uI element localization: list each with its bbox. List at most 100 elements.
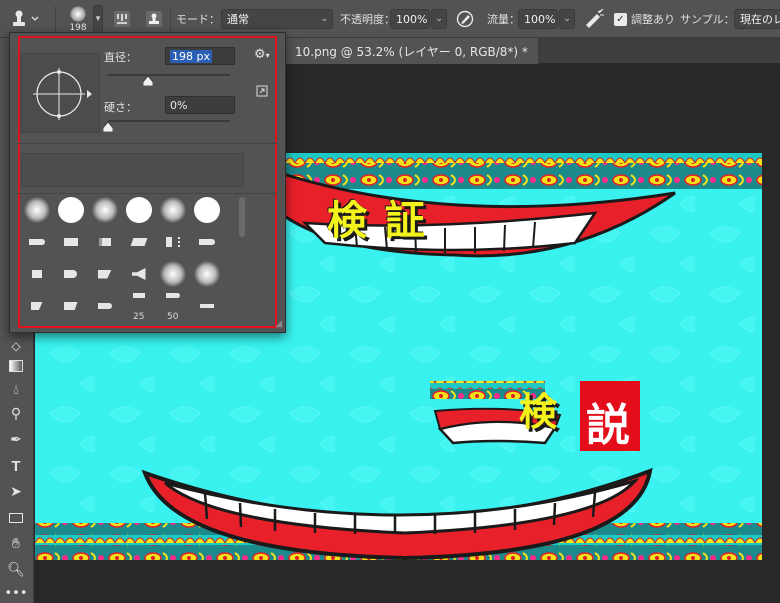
brush-tip-chisel[interactable] [89, 259, 120, 289]
brush-tip-pen[interactable] [191, 227, 222, 257]
pencil-tip-icon [132, 292, 145, 298]
chevron-down-icon: ▾ [93, 5, 103, 33]
diameter-input[interactable]: 198 px [165, 47, 235, 65]
pen-tool[interactable]: ✒ [3, 428, 29, 452]
chisel-tip-icon [63, 302, 78, 310]
brush-tip-hard-round[interactable] [123, 195, 154, 225]
hard-round-brush-icon [193, 197, 220, 223]
brush-tip-square[interactable] [21, 259, 52, 289]
canvas-text-mid-1: 検 [519, 390, 558, 434]
brush-grid-scrollbar[interactable] [239, 197, 245, 237]
brush-tip-soft-round[interactable] [21, 195, 52, 225]
brush-size-25-label: 25 [133, 312, 145, 322]
eraser-icon: ◇ [11, 339, 21, 353]
recent-brushes-strip[interactable] [21, 153, 244, 187]
brush-tip-soft-round[interactable] [89, 195, 120, 225]
soft-round-brush-icon [159, 197, 186, 223]
chevron-down-icon: ⌄ [431, 9, 447, 29]
brush-tip-soft-round[interactable] [191, 259, 222, 289]
pen-icon: ✒ [10, 432, 22, 448]
gradient-icon [9, 360, 23, 372]
opacity-label: 不透明度： [340, 13, 395, 26]
pencil-tip-icon [165, 292, 180, 298]
pressure-opacity-button[interactable] [455, 0, 475, 38]
mode-label: モード： [176, 13, 220, 26]
brush-preset-picker: 直径： 198 px ⚙▾ 硬さ： 0% 25 50 ◢ [9, 32, 286, 333]
brush-tip-marker[interactable] [55, 259, 86, 289]
opacity-input[interactable]: 100% [390, 0, 430, 38]
brush-tip-marker[interactable] [89, 227, 120, 257]
flow-dropdown[interactable]: ⌄ [559, 0, 575, 38]
marker-tip-icon [98, 238, 111, 246]
canvas-text-mid-2: 説 [586, 400, 630, 451]
type-icon: T [11, 457, 21, 475]
brush-tip-marker[interactable] [89, 291, 120, 321]
diameter-value: 198 px [170, 49, 212, 63]
brush-tip-chisel[interactable] [21, 291, 52, 321]
resize-grip-icon[interactable]: ◢ [275, 319, 282, 329]
document-tab-bar: 10.png @ 53.2% (レイヤー 0, RGB/8*) * [285, 38, 780, 64]
brush-size-50-label: 50 [167, 312, 179, 322]
diameter-slider-track[interactable] [108, 74, 230, 76]
brush-tip-pen[interactable] [191, 291, 222, 321]
dodge-icon: ⚲ [10, 406, 22, 422]
brush-tip-grid[interactable]: 25 50 [21, 195, 236, 325]
chisel-tip-icon [97, 269, 112, 279]
type-tool[interactable]: T [3, 454, 29, 478]
brush-tip-fan[interactable] [123, 259, 154, 289]
document-tab-title: 10.png @ 53.2% (レイヤー 0, RGB/8*) * [295, 44, 528, 59]
marker-tip-icon [63, 238, 78, 246]
soft-round-brush-icon [193, 261, 220, 287]
brush-tip-preview [70, 5, 86, 22]
flow-input[interactable]: 100% [518, 0, 558, 38]
flow-value: 100% [524, 12, 556, 26]
brush-tip-hard-round[interactable] [191, 195, 222, 225]
brush-tip-flat[interactable] [157, 227, 188, 257]
soft-round-brush-icon [91, 197, 118, 223]
gear-icon: ⚙ [254, 47, 266, 62]
aligned-checkbox[interactable]: ✓ 調整あり [614, 0, 675, 38]
document-tab[interactable]: 10.png @ 53.2% (レイヤー 0, RGB/8*) * [285, 38, 538, 64]
marker-tip-icon [97, 303, 112, 309]
airbrush-button[interactable] [583, 0, 605, 38]
chisel-tip-icon [30, 302, 43, 310]
brush-angle-preview[interactable] [20, 53, 100, 133]
hand-icon: ✋︎ [12, 536, 20, 552]
hardness-input[interactable]: 0% [165, 96, 235, 114]
pen-tip-icon [198, 239, 215, 245]
brush-tip-marker[interactable] [55, 227, 86, 257]
gradient-tool[interactable] [3, 354, 29, 378]
hardness-slider-track[interactable] [108, 120, 230, 122]
chevron-down-icon: ▾ [265, 51, 270, 60]
path-selection-tool[interactable]: ➤ [3, 480, 29, 504]
blur-tool[interactable]: 💧︎ [3, 378, 29, 402]
brush-tip-marker[interactable] [21, 227, 52, 257]
opacity-dropdown[interactable]: ⌄ [431, 0, 447, 38]
more-tools-button[interactable]: ••• [3, 581, 29, 603]
chevron-down-icon: ⌄ [320, 14, 328, 24]
brush-tip-soft-round[interactable] [157, 259, 188, 289]
fan-tip-icon [131, 268, 146, 280]
hardness-slider-thumb[interactable] [103, 122, 113, 132]
sample-value: 現在のレ [740, 13, 780, 26]
diameter-slider-thumb[interactable] [143, 76, 154, 86]
pressure-pen-icon [456, 10, 474, 28]
hand-tool[interactable]: ✋︎ [3, 532, 29, 556]
pen-tip-icon [199, 304, 214, 308]
sample-select[interactable]: 現在のレ [734, 0, 780, 38]
chevron-down-icon: ⌄ [559, 9, 575, 29]
soft-round-brush-icon [23, 197, 50, 223]
brush-tip-chisel[interactable] [55, 291, 86, 321]
brush-tip-soft-round[interactable] [157, 195, 188, 225]
magnifier-icon: 🔍︎ [7, 562, 25, 578]
brush-tip-chisel[interactable] [123, 227, 154, 257]
separator [55, 6, 56, 32]
flow-label: 流量： [487, 13, 520, 26]
rectangle-tool[interactable] [3, 506, 29, 530]
zoom-tool[interactable]: 🔍︎ [3, 558, 29, 582]
brush-options-gear[interactable]: ⚙▾ [254, 47, 270, 62]
brush-roundness-icon [33, 68, 92, 120]
brush-tip-hard-round[interactable] [55, 195, 86, 225]
dodge-tool[interactable]: ⚲ [3, 402, 29, 426]
reset-size-button[interactable] [256, 85, 268, 97]
